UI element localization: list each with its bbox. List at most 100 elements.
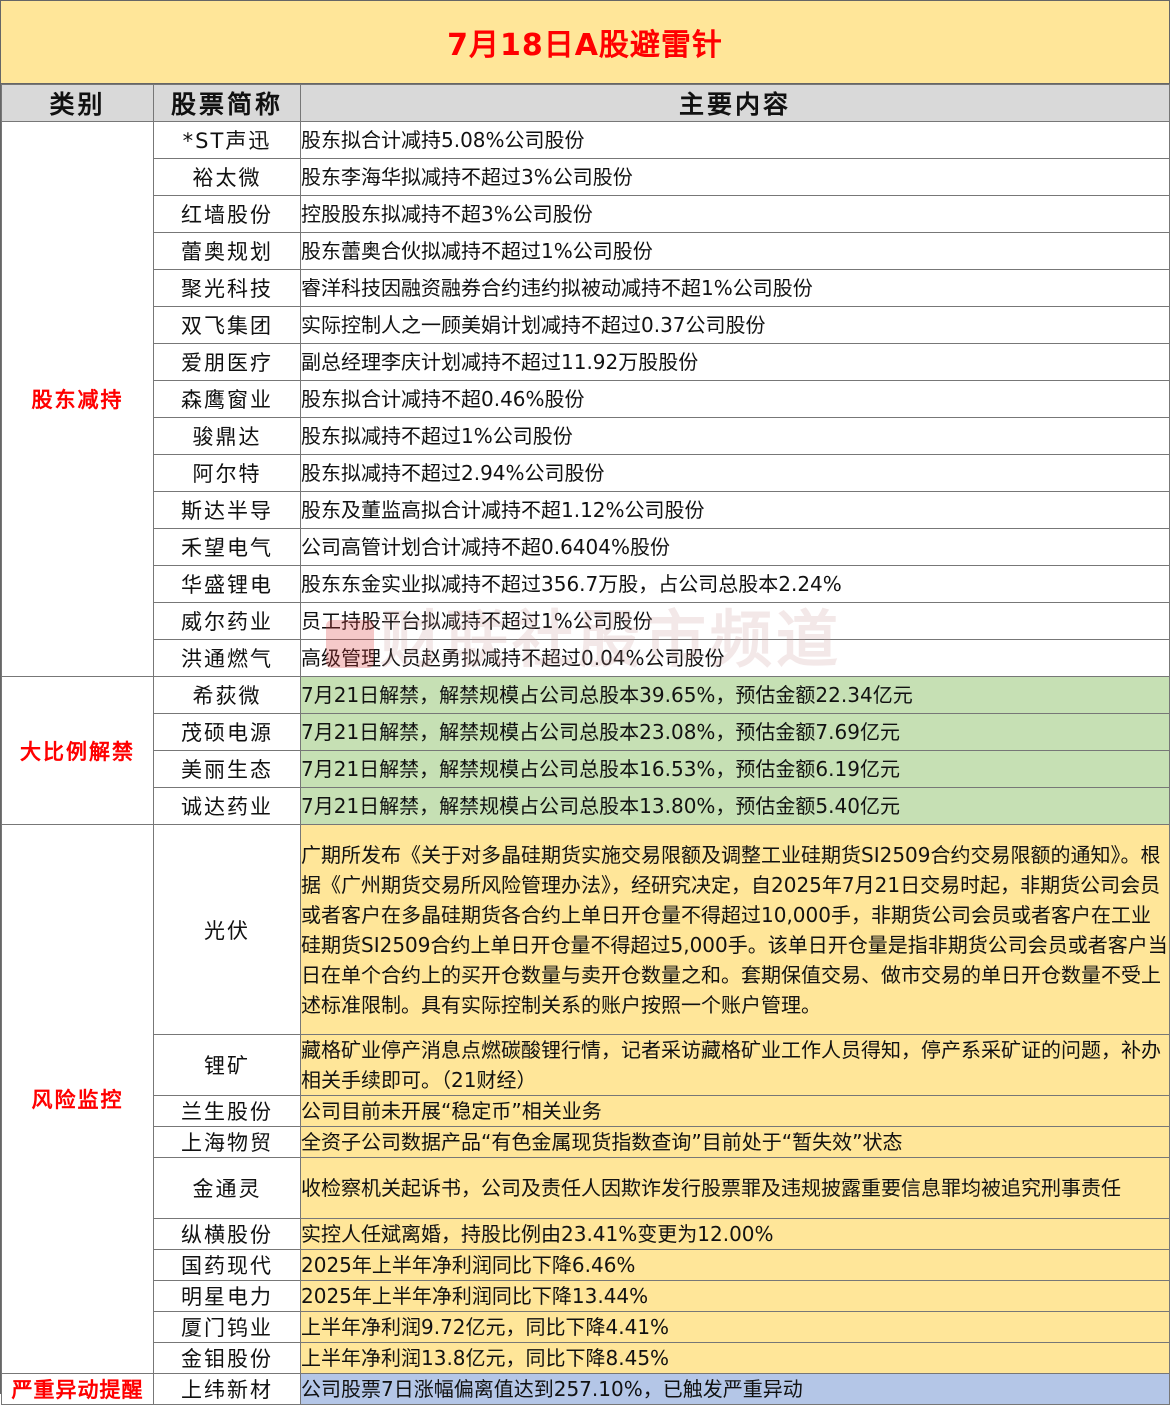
table-row: 纵横股份 实控人任斌离婚，持股比例由23.41%变更为12.00% bbox=[2, 1218, 1170, 1250]
table-row: 阿尔特 股东拟减持不超过2.94%公司股份 bbox=[2, 454, 1170, 492]
header-content: 主要内容 bbox=[300, 84, 1170, 122]
main-table: 类别 股票简称 主要内容 股东减持 *ST声迅 股东拟合计减持5.08%公司股份… bbox=[1, 84, 1170, 1405]
stock-name: 诚达药业 bbox=[153, 787, 301, 825]
page-title: 7月18日A股避雷针 bbox=[1, 1, 1169, 84]
stock-name: 裕太微 bbox=[153, 158, 301, 196]
table-row: 骏鼎达 股东拟减持不超过1%公司股份 bbox=[2, 417, 1170, 455]
content-cell: 股东拟合计减持5.08%公司股份 bbox=[300, 121, 1170, 159]
category-cell: 严重异动提醒 bbox=[1, 1373, 154, 1405]
table-row: 斯达半导 股东及董监高拟合计减持不超1.12%公司股份 bbox=[2, 491, 1170, 529]
stock-name: 光伏 bbox=[153, 824, 301, 1035]
content-cell: 公司股票7日涨幅偏离值达到257.10%，已触发严重异动 bbox=[300, 1373, 1170, 1405]
content-cell: 上半年净利润9.72亿元，同比下降4.41% bbox=[300, 1311, 1170, 1343]
content-cell: 员工持股平台拟减持不超过1%公司股份 bbox=[300, 602, 1170, 640]
table-row: 华盛锂电 股东东金实业拟减持不超过356.7万股，占公司总股本2.24% bbox=[2, 565, 1170, 603]
table-row: 上海物贸 全资子公司数据产品“有色金属现货指数查询”目前处于“暂失效”状态 bbox=[2, 1126, 1170, 1158]
content-cell: 股东李海华拟减持不超过3%公司股份 bbox=[300, 158, 1170, 196]
table-row: 大比例解禁 希荻微 7月21日解禁，解禁规模占公司总股本39.65%，预估金额2… bbox=[1, 676, 1170, 825]
stock-name: *ST声迅 bbox=[153, 121, 301, 159]
stock-name: 森鹰窗业 bbox=[153, 380, 301, 418]
table-row: 蕾奥规划 股东蕾奥合伙拟减持不超过1%公司股份 bbox=[2, 232, 1170, 270]
table-row: 洪通燃气 高级管理人员赵勇拟减持不超过0.04%公司股份 bbox=[2, 639, 1170, 677]
content-cell: 7月21日解禁，解禁规模占公司总股本13.80%，预估金额5.40亿元 bbox=[300, 787, 1170, 825]
stock-name: 爱朋医疗 bbox=[153, 343, 301, 381]
content-cell: 公司高管计划合计减持不超0.6404%股份 bbox=[300, 528, 1170, 566]
stock-name: 美丽生态 bbox=[153, 750, 301, 788]
content-cell: 控股股东拟减持不超3%公司股份 bbox=[300, 195, 1170, 233]
content-cell: 藏格矿业停产消息点燃碳酸锂行情，记者采访藏格矿业工作人员得知，停产系采矿证的问题… bbox=[300, 1034, 1170, 1096]
stock-name: 骏鼎达 bbox=[153, 417, 301, 455]
table-row: 禾望电气 公司高管计划合计减持不超0.6404%股份 bbox=[2, 528, 1170, 566]
content-cell: 股东及董监高拟合计减持不超1.12%公司股份 bbox=[300, 491, 1170, 529]
stock-name: 金通灵 bbox=[153, 1157, 301, 1219]
table-row: 兰生股份 公司目前未开展“稳定币”相关业务 bbox=[2, 1095, 1170, 1127]
table-row: 锂矿 藏格矿业停产消息点燃碳酸锂行情，记者采访藏格矿业工作人员得知，停产系采矿证… bbox=[2, 1034, 1170, 1096]
table-row: 红墙股份 控股股东拟减持不超3%公司股份 bbox=[2, 195, 1170, 233]
stock-name: 华盛锂电 bbox=[153, 565, 301, 603]
header-row: 类别 股票简称 主要内容 bbox=[1, 84, 1170, 122]
stock-name: 希荻微 bbox=[153, 676, 301, 714]
content-cell: 公司目前未开展“稳定币”相关业务 bbox=[300, 1095, 1170, 1127]
table-row: 茂硕电源 7月21日解禁，解禁规模占公司总股本23.08%，预估金额7.69亿元 bbox=[2, 713, 1170, 751]
stock-name: 红墙股份 bbox=[153, 195, 301, 233]
stock-name: 上海物贸 bbox=[153, 1126, 301, 1158]
stock-name: 厦门钨业 bbox=[153, 1311, 301, 1343]
header-stock: 股票简称 bbox=[153, 84, 301, 122]
spreadsheet: 7月18日A股避雷针 类别 股票简称 主要内容 股东减持 *ST声迅 股东拟合计… bbox=[0, 0, 1170, 1405]
table-row: 国药现代 2025年上半年净利润同比下降6.46% bbox=[2, 1249, 1170, 1281]
table-row: 明星电力 2025年上半年净利润同比下降13.44% bbox=[2, 1280, 1170, 1312]
category-cell: 大比例解禁 bbox=[1, 676, 154, 825]
stock-name: 明星电力 bbox=[153, 1280, 301, 1312]
content-cell: 7月21日解禁，解禁规模占公司总股本39.65%，预估金额22.34亿元 bbox=[300, 676, 1170, 714]
stock-name: 茂硕电源 bbox=[153, 713, 301, 751]
stock-name: 聚光科技 bbox=[153, 269, 301, 307]
content-cell: 全资子公司数据产品“有色金属现货指数查询”目前处于“暂失效”状态 bbox=[300, 1126, 1170, 1158]
stock-name: 禾望电气 bbox=[153, 528, 301, 566]
table-row: 威尔药业 员工持股平台拟减持不超过1%公司股份 bbox=[2, 602, 1170, 640]
content-cell: 高级管理人员赵勇拟减持不超过0.04%公司股份 bbox=[300, 639, 1170, 677]
table-row: 金通灵 收检察机关起诉书，公司及责任人因欺诈发行股票罪及违规披露重要信息罪均被追… bbox=[2, 1157, 1170, 1219]
content-cell: 股东拟合计减持不超0.46%股份 bbox=[300, 380, 1170, 418]
stock-name: 威尔药业 bbox=[153, 602, 301, 640]
content-cell: 收检察机关起诉书，公司及责任人因欺诈发行股票罪及违规披露重要信息罪均被追究刑事责… bbox=[300, 1157, 1170, 1219]
table-row: 森鹰窗业 股东拟合计减持不超0.46%股份 bbox=[2, 380, 1170, 418]
content-cell: 股东拟减持不超过2.94%公司股份 bbox=[300, 454, 1170, 492]
table-row: 金钼股份 上半年净利润13.8亿元，同比下降8.45% bbox=[2, 1342, 1170, 1374]
header-category: 类别 bbox=[1, 84, 154, 122]
table-row: 厦门钨业 上半年净利润9.72亿元，同比下降4.41% bbox=[2, 1311, 1170, 1343]
content-cell: 2025年上半年净利润同比下降13.44% bbox=[300, 1280, 1170, 1312]
table-row: 爱朋医疗 副总经理李庆计划减持不超过11.92万股股份 bbox=[2, 343, 1170, 381]
table-row: 双飞集团 实际控制人之一顾美娟计划减持不超过0.37公司股份 bbox=[2, 306, 1170, 344]
stock-name: 洪通燃气 bbox=[153, 639, 301, 677]
stock-name: 纵横股份 bbox=[153, 1218, 301, 1250]
stock-name: 上纬新材 bbox=[153, 1373, 301, 1405]
content-cell: 实际控制人之一顾美娟计划减持不超过0.37公司股份 bbox=[300, 306, 1170, 344]
table-row: 美丽生态 7月21日解禁，解禁规模占公司总股本16.53%，预估金额6.19亿元 bbox=[2, 750, 1170, 788]
stock-name: 兰生股份 bbox=[153, 1095, 301, 1127]
content-cell: 2025年上半年净利润同比下降6.46% bbox=[300, 1249, 1170, 1281]
table-row: 股东减持 *ST声迅 股东拟合计减持5.08%公司股份 bbox=[1, 121, 1170, 677]
stock-name: 阿尔特 bbox=[153, 454, 301, 492]
stock-name: 国药现代 bbox=[153, 1249, 301, 1281]
table-row: 风险监控 光伏 广期所发布《关于对多晶硅期货实施交易限额及调整工业硅期货SI25… bbox=[1, 824, 1170, 1374]
category-cell: 风险监控 bbox=[1, 824, 154, 1374]
content-cell: 7月21日解禁，解禁规模占公司总股本23.08%，预估金额7.69亿元 bbox=[300, 713, 1170, 751]
content-cell: 股东拟减持不超过1%公司股份 bbox=[300, 417, 1170, 455]
stock-name: 蕾奥规划 bbox=[153, 232, 301, 270]
stock-name: 双飞集团 bbox=[153, 306, 301, 344]
category-cell: 股东减持 bbox=[1, 121, 154, 677]
content-cell: 睿洋科技因融资融券合约违约拟被动减持不超1%公司股份 bbox=[300, 269, 1170, 307]
content-cell: 上半年净利润13.8亿元，同比下降8.45% bbox=[300, 1342, 1170, 1374]
stock-name: 金钼股份 bbox=[153, 1342, 301, 1374]
content-cell: 实控人任斌离婚，持股比例由23.41%变更为12.00% bbox=[300, 1218, 1170, 1250]
table-row: 聚光科技 睿洋科技因融资融券合约违约拟被动减持不超1%公司股份 bbox=[2, 269, 1170, 307]
content-cell: 副总经理李庆计划减持不超过11.92万股股份 bbox=[300, 343, 1170, 381]
table-row: 严重异动提醒 上纬新材 公司股票7日涨幅偏离值达到257.10%，已触发严重异动 bbox=[1, 1373, 1170, 1405]
content-cell: 股东东金实业拟减持不超过356.7万股，占公司总股本2.24% bbox=[300, 565, 1170, 603]
stock-name: 锂矿 bbox=[153, 1034, 301, 1096]
stock-name: 斯达半导 bbox=[153, 491, 301, 529]
table-row: 裕太微 股东李海华拟减持不超过3%公司股份 bbox=[2, 158, 1170, 196]
content-cell: 股东蕾奥合伙拟减持不超过1%公司股份 bbox=[300, 232, 1170, 270]
table-row: 诚达药业 7月21日解禁，解禁规模占公司总股本13.80%，预估金额5.40亿元 bbox=[2, 787, 1170, 825]
content-cell: 广期所发布《关于对多晶硅期货实施交易限额及调整工业硅期货SI2509合约交易限额… bbox=[300, 824, 1170, 1035]
